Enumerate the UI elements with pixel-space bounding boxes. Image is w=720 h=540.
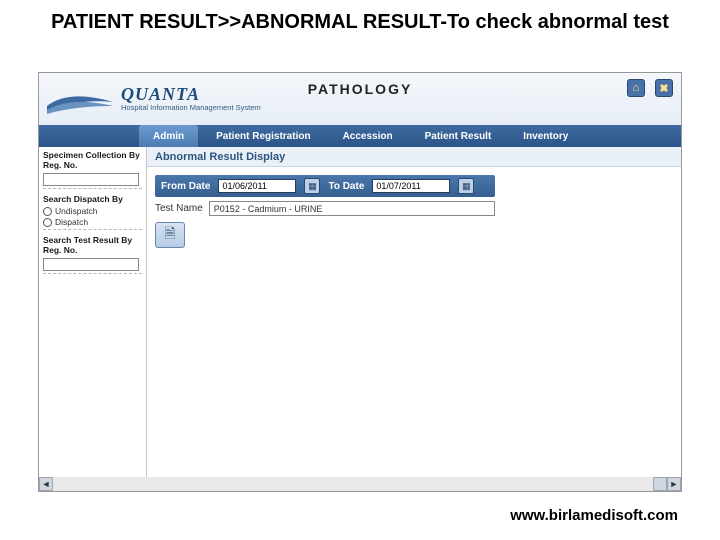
brand-name: QUANTA [121, 84, 261, 105]
panel-title: Abnormal Result Display [155, 151, 285, 163]
footer-url: www.birlamedisoft.com [510, 507, 678, 524]
scroll-right-button[interactable]: ► [667, 477, 681, 491]
scroll-left-button[interactable]: ◄ [39, 477, 53, 491]
from-date-label: From Date [161, 181, 210, 192]
brand-tagline: Hospital Information Management System [121, 103, 261, 112]
from-date-calendar-icon[interactable]: ▦ [304, 178, 320, 194]
sb-specimen-title: Specimen Collection By Reg. No. [43, 151, 142, 171]
sb-radio-undispatch[interactable]: Undispatch [43, 206, 142, 216]
to-date-input[interactable]: 01/07/2011 [372, 179, 450, 193]
module-title: PATHOLOGY [308, 81, 413, 97]
radio-icon [43, 218, 52, 227]
report-icon: 🗎 [164, 223, 175, 247]
test-name-input[interactable]: P0152 - Cadmium - URINE [209, 201, 495, 216]
sb-testresult-title: Search Test Result By Reg. No. [43, 236, 142, 256]
sb-testresult-input[interactable] [43, 258, 139, 271]
brand-logo: QUANTA Hospital Information Management S… [45, 84, 261, 114]
sb-radio-dispatch-label: Dispatch [55, 217, 88, 227]
nav-patient-registration[interactable]: Patient Registration [202, 125, 324, 147]
sb-radio-dispatch[interactable]: Dispatch [43, 217, 142, 227]
slide-title: PATIENT RESULT>>ABNORMAL RESULT-To check… [0, 0, 720, 41]
horizontal-scrollbar[interactable]: ◄ ► [39, 477, 681, 491]
test-name-label: Test Name [155, 203, 203, 214]
close-icon[interactable]: ✖ [655, 79, 673, 97]
radio-icon [43, 207, 52, 216]
sidebar: Specimen Collection By Reg. No. Search D… [39, 147, 147, 477]
panel-title-bar: Abnormal Result Display [147, 147, 681, 167]
from-date-input[interactable]: 01/06/2011 [218, 179, 296, 193]
scroll-thumb[interactable] [653, 477, 667, 491]
app-header: QUANTA Hospital Information Management S… [39, 73, 681, 125]
nav-inventory[interactable]: Inventory [509, 125, 582, 147]
show-report-button[interactable]: 🗎 [155, 222, 185, 248]
main-panel: Abnormal Result Display From Date 01/06/… [147, 147, 681, 477]
to-date-label: To Date [328, 181, 364, 192]
nav-patient-result[interactable]: Patient Result [411, 125, 506, 147]
home-icon[interactable]: ⌂ [627, 79, 645, 97]
nav-accession[interactable]: Accession [329, 125, 407, 147]
main-nav: Admin Patient Registration Accession Pat… [39, 125, 681, 147]
sb-specimen-input[interactable] [43, 173, 139, 186]
sb-radio-undispatch-label: Undispatch [55, 206, 98, 216]
date-filter-row: From Date 01/06/2011 ▦ To Date 01/07/201… [155, 175, 495, 197]
brand-swoosh-icon [45, 88, 117, 114]
nav-admin[interactable]: Admin [139, 125, 198, 147]
app-window: QUANTA Hospital Information Management S… [38, 72, 682, 492]
to-date-calendar-icon[interactable]: ▦ [458, 178, 474, 194]
sb-dispatch-title: Search Dispatch By [43, 195, 142, 205]
